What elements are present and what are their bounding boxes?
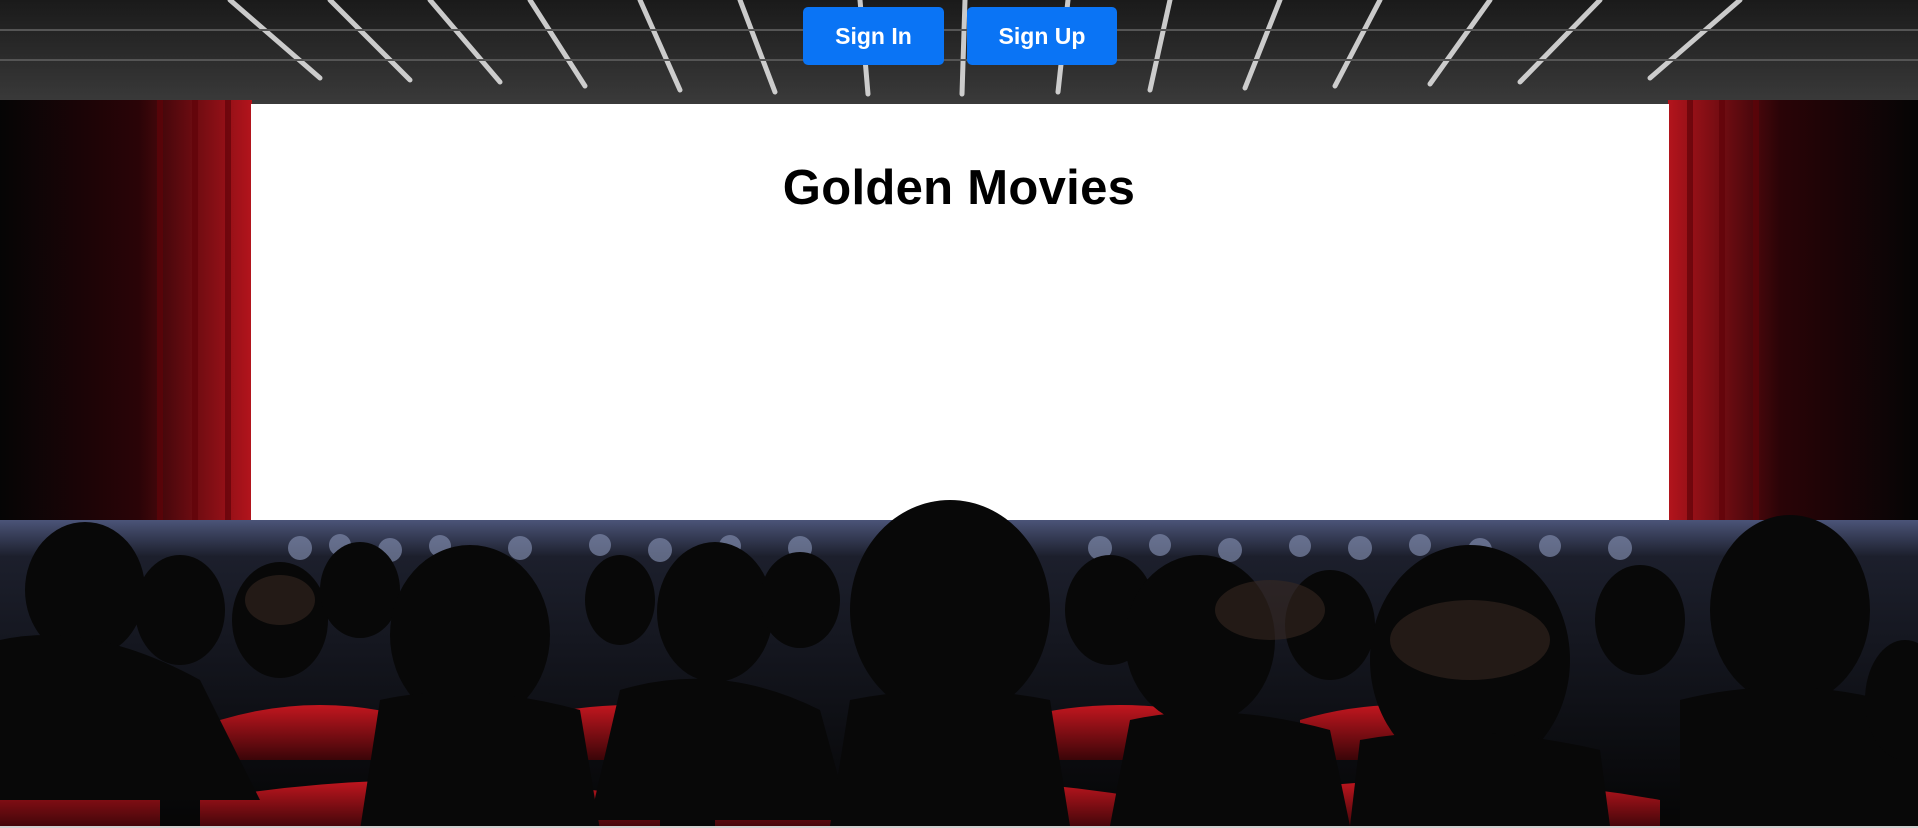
cinema-hero-background: Sign In Sign Up Golden Movies [0, 0, 1918, 826]
cinema-audience-image [0, 0, 1918, 826]
sign-in-button[interactable]: Sign In [803, 7, 944, 65]
sign-up-button[interactable]: Sign Up [967, 7, 1117, 65]
auth-buttons: Sign In Sign Up [803, 7, 1117, 65]
page-title: Golden Movies [782, 161, 1136, 215]
